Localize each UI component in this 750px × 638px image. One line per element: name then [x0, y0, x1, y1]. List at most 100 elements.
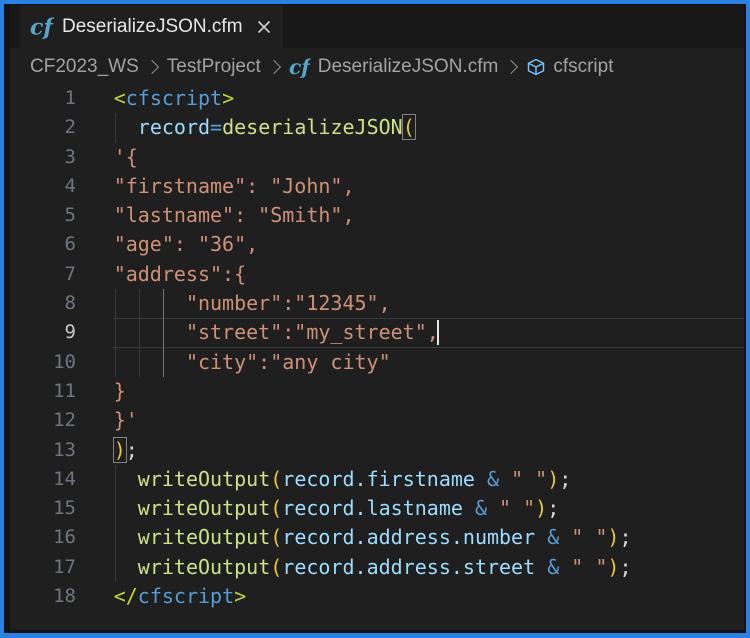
code-token: "address":{: [114, 262, 246, 286]
code-token: record.lastname: [282, 496, 463, 520]
svg-text:cf: cf: [289, 56, 311, 78]
code-content: "address":{: [114, 260, 246, 289]
code-content: writeOutput(record.firstname & " ");: [114, 465, 572, 494]
line-number[interactable]: 7: [10, 260, 76, 289]
breadcrumb-item-testproject[interactable]: TestProject: [167, 56, 261, 78]
code-token: [535, 555, 547, 579]
indent-guide: [115, 465, 116, 494]
coldfusion-file-icon: cf: [289, 56, 311, 78]
code-token: "firstname": "John",: [114, 174, 355, 198]
line-number[interactable]: 10: [10, 348, 76, 377]
line-number[interactable]: 6: [10, 230, 76, 259]
code-token: writeOutput: [138, 467, 270, 491]
code-content: "lastname": "Smith",: [114, 201, 355, 230]
line-number[interactable]: 3: [10, 143, 76, 172]
code-token: deserializeJSON: [222, 115, 403, 139]
code-line-9[interactable]: 9 "street":"my_street",: [10, 318, 744, 347]
code-token: [114, 525, 138, 549]
vscode-window: cf DeserializeJSON.cfm CF2023_WS TestProj…: [10, 5, 744, 630]
breadcrumb-item-deserializejson-cfm[interactable]: cfDeserializeJSON.cfm: [289, 56, 499, 78]
text-cursor: [437, 320, 439, 345]
code-line-2[interactable]: 2 record=deserializeJSON(: [10, 113, 744, 142]
indent-guide-active: [163, 348, 164, 377]
code-content: record=deserializeJSON(: [114, 113, 415, 142]
line-number[interactable]: 13: [10, 436, 76, 465]
code-line-11[interactable]: 11}: [10, 377, 744, 406]
code-token: [559, 555, 571, 579]
code-line-16[interactable]: 16 writeOutput(record.address.number & "…: [10, 523, 744, 552]
indent-guide: [139, 289, 140, 318]
line-number[interactable]: 1: [10, 84, 76, 113]
code-line-17[interactable]: 17 writeOutput(record.address.street & "…: [10, 553, 744, 582]
code-token: " ": [571, 555, 607, 579]
tab-close-icon[interactable]: [253, 16, 275, 38]
code-content: <cfscript>: [114, 84, 234, 113]
code-content: );: [114, 436, 138, 465]
code-line-18[interactable]: 18 </cfscript>: [10, 582, 744, 611]
code-token: ;: [559, 467, 571, 491]
code-token: ;: [547, 496, 559, 520]
coldfusion-file-icon: cf: [30, 15, 54, 39]
line-number[interactable]: 14: [10, 465, 76, 494]
line-number[interactable]: 15: [10, 494, 76, 523]
code-token: cfscript: [126, 86, 222, 110]
code-token: >: [222, 86, 234, 110]
tab-title: DeserializeJSON.cfm: [62, 16, 243, 38]
breadcrumb: CF2023_WS TestProject cfDeserializeJSON.cf…: [10, 48, 744, 84]
code-token: record.firstname: [282, 467, 475, 491]
code-token: writeOutput: [138, 555, 270, 579]
code-token: " ": [499, 496, 535, 520]
code-token: cfscript: [138, 584, 234, 608]
code-content: </cfscript>: [114, 582, 246, 611]
indent-guide-active: [163, 318, 164, 347]
code-content: }': [114, 406, 138, 435]
code-editor[interactable]: 1<cfscript>2 record=deserializeJSON(3'{4…: [10, 84, 744, 630]
code-token: [114, 350, 186, 374]
code-token: }': [114, 408, 138, 432]
code-content: "age": "36",: [114, 230, 259, 259]
line-number[interactable]: 4: [10, 172, 76, 201]
bracket-match: (: [403, 115, 415, 139]
code-token: [535, 525, 547, 549]
line-number[interactable]: 8: [10, 289, 76, 318]
code-line-4[interactable]: 4 "firstname": "John",: [10, 172, 744, 201]
code-line-6[interactable]: 6 "age": "36",: [10, 230, 744, 259]
indent-guide: [115, 494, 116, 523]
code-token: [463, 496, 475, 520]
code-line-13[interactable]: 13);: [10, 436, 744, 465]
code-token: (: [270, 525, 282, 549]
code-token: ;: [619, 555, 631, 579]
code-line-12[interactable]: 12 }': [10, 406, 744, 435]
line-number[interactable]: 12: [10, 406, 76, 435]
code-content: }: [114, 377, 126, 406]
code-line-5[interactable]: 5 "lastname": "Smith",: [10, 201, 744, 230]
line-number[interactable]: 2: [10, 113, 76, 142]
code-token: ): [607, 525, 619, 549]
code-token: }: [114, 379, 126, 403]
tab-deserializejson-cfm[interactable]: cf DeserializeJSON.cfm: [20, 5, 283, 48]
line-number[interactable]: 9: [10, 318, 76, 347]
code-token: (: [270, 496, 282, 520]
code-token: "lastname": "Smith",: [114, 203, 355, 227]
code-token: >: [234, 584, 246, 608]
breadcrumb-item-cfscript[interactable]: cfscript: [526, 56, 613, 78]
code-line-14[interactable]: 14 writeOutput(record.firstname & " ");: [10, 465, 744, 494]
code-line-1[interactable]: 1 <cfscript>: [10, 84, 744, 113]
code-line-3[interactable]: 3'{: [10, 143, 744, 172]
line-number[interactable]: 5: [10, 201, 76, 230]
code-token: &: [475, 496, 487, 520]
code-line-15[interactable]: 15 writeOutput(record.lastname & " ");: [10, 494, 744, 523]
line-number[interactable]: 17: [10, 553, 76, 582]
code-line-8[interactable]: 8 "number":"12345",: [10, 289, 744, 318]
code-token: " ": [511, 467, 547, 491]
line-number[interactable]: 11: [10, 377, 76, 406]
code-token: &: [487, 467, 499, 491]
code-line-7[interactable]: 7 "address":{: [10, 260, 744, 289]
line-number[interactable]: 18: [10, 582, 76, 611]
code-token: "street":"my_street",: [186, 320, 439, 344]
line-number[interactable]: 16: [10, 523, 76, 552]
breadcrumb-item-cf2023-ws[interactable]: CF2023_WS: [30, 56, 139, 78]
indent-guide-active: [163, 289, 164, 318]
code-token: writeOutput: [138, 525, 270, 549]
code-line-10[interactable]: 10 "city":"any city": [10, 348, 744, 377]
